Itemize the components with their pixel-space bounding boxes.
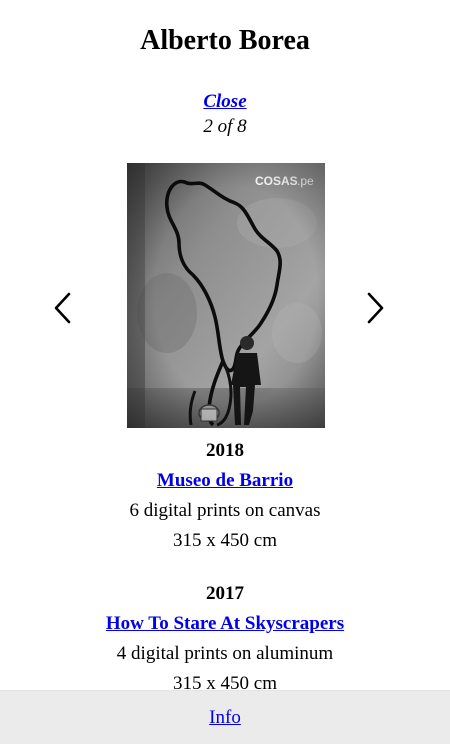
work-title-link[interactable]: How To Stare At Skyscrapers [106, 613, 344, 634]
artwork-photo[interactable]: COSAS .pe [127, 163, 325, 428]
work-title-link[interactable]: Museo de Barrio [157, 470, 293, 491]
page: Alberto Borea Close 2 of 8 2018 Museo de… [0, 0, 450, 744]
work-description: 4 digital prints on aluminum [116, 643, 334, 664]
chevron-left-icon[interactable] [48, 290, 78, 326]
image-viewer: COSAS .pe [0, 163, 450, 428]
work-description: 6 digital prints on canvas [129, 500, 321, 521]
chevron-right-icon[interactable] [360, 290, 390, 326]
work-dimensions: 315 x 450 cm [173, 530, 277, 551]
work-year: 2017 [206, 583, 244, 604]
work-entry: 2017 How To Stare At Skyscrapers 4 digit… [0, 579, 450, 699]
work-entry: 2018 Museo de Barrio 6 digital prints on… [0, 436, 450, 556]
close-link[interactable]: Close [203, 91, 246, 112]
work-title: How To Stare At Skyscrapers [0, 609, 450, 639]
work-year: 2018 [206, 440, 244, 461]
artwork-image: COSAS .pe [127, 163, 325, 428]
image-counter: 2 of 8 [203, 116, 247, 137]
close-link-container: Close [0, 90, 450, 114]
info-link[interactable]: Info [209, 706, 241, 730]
footer-bar: Info [0, 690, 450, 744]
artist-name-heading: Alberto Borea [140, 25, 310, 56]
work-title: Museo de Barrio [0, 466, 450, 496]
